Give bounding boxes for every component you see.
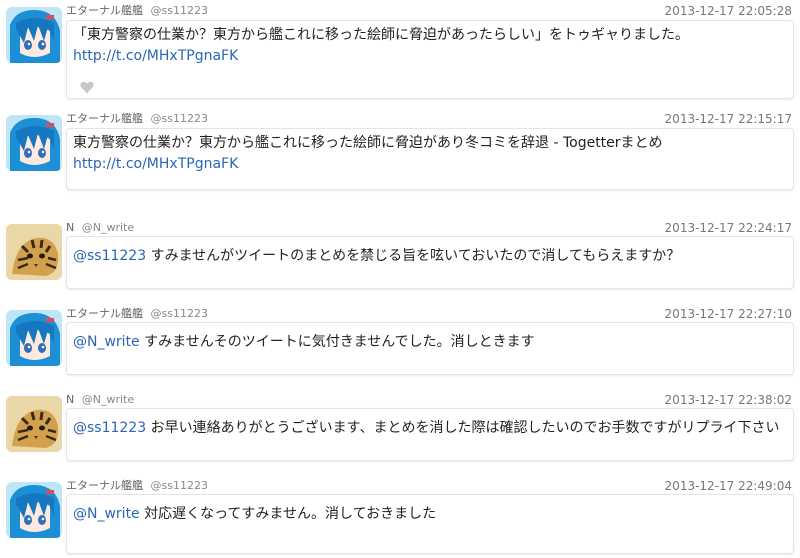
display-name[interactable]: N — [66, 393, 74, 406]
tweet-bubble: @N_write すみませんそのツイートに気付きませんでした。消しときます — [66, 322, 794, 375]
tweet-timeline: エターナル艦艦 @ss11223 2013-12-17 22:05:28 「東方… — [0, 0, 800, 558]
mention-link[interactable]: @N_write — [73, 506, 140, 522]
tweet-bubble: @N_write 対応遅くなってすみません。消しておきました — [66, 494, 794, 554]
screen-name[interactable]: @ss11223 — [151, 307, 208, 320]
user-avatar[interactable] — [6, 115, 62, 171]
tweet-text: お早い連絡ありがとうございます、まとめを消した際は確認したいのでお手数ですがリプ… — [150, 420, 780, 436]
timestamp[interactable]: 2013-12-17 22:38:02 — [665, 392, 792, 408]
timestamp[interactable]: 2013-12-17 22:49:04 — [665, 478, 792, 494]
tweet-item: エターナル艦艦 @ss11223 2013-12-17 22:15:17 東方警… — [0, 111, 800, 191]
tweet-item: エターナル艦艦 @ss11223 2013-12-17 22:49:04 @N_… — [0, 478, 800, 554]
tweet-item: N @N_write 2013-12-17 22:38:02 @ss11223 … — [0, 392, 800, 462]
tweet-bubble: 「東方警察の仕業か？東方から艦これに移った絵師に脅迫があったらしい」をトゥギャり… — [66, 20, 794, 99]
screen-name[interactable]: @ss11223 — [151, 4, 208, 17]
screen-name[interactable]: @N_write — [82, 393, 134, 406]
tweet-text: 対応遅くなってすみません。消しておきました — [144, 506, 437, 522]
user-avatar[interactable] — [6, 224, 62, 280]
user-avatar[interactable] — [6, 7, 62, 63]
tiger-cat-avatar-icon — [6, 224, 62, 280]
display-name[interactable]: エターナル艦艦 — [66, 479, 143, 492]
tweet-item: エターナル艦艦 @ss11223 2013-12-17 22:05:28 「東方… — [0, 3, 800, 103]
display-name[interactable]: エターナル艦艦 — [66, 307, 143, 320]
tweet-text: 「東方警察の仕業か？東方から艦これに移った絵師に脅迫があったらしい」をトゥギャり… — [73, 27, 689, 43]
tweet-meta: N @N_write 2013-12-17 22:24:17 — [66, 220, 796, 236]
timestamp[interactable]: 2013-12-17 22:24:17 — [665, 220, 792, 236]
screen-name[interactable]: @ss11223 — [151, 112, 208, 125]
tweet-meta: エターナル艦艦 @ss11223 2013-12-17 22:27:10 — [66, 306, 796, 322]
tweet-text: すみませんそのツイートに気付きませんでした。消しときます — [144, 334, 535, 350]
tweet-bubble: @ss11223 お早い連絡ありがとうございます、まとめを消した際は確認したいの… — [66, 408, 794, 461]
tweet-text: 東方警察の仕業か？東方から艦これに移った絵師に脅迫があり冬コミを辞退 - Tog… — [73, 135, 663, 151]
tweet-link[interactable]: http://t.co/MHxTPgnaFK — [73, 156, 238, 172]
tiger-cat-avatar-icon — [6, 396, 62, 452]
tweet-text: すみませんがツイートのまとめを禁じる旨を呟いておいたので消してもらえますか？ — [150, 248, 681, 264]
tweet-item: N @N_write 2013-12-17 22:24:17 @ss11223 … — [0, 220, 800, 290]
tweet-item: エターナル艦艦 @ss11223 2013-12-17 22:27:10 @N_… — [0, 306, 800, 376]
blue-hair-anime-avatar-icon — [6, 7, 62, 63]
mention-link[interactable]: @ss11223 — [73, 248, 146, 264]
display-name[interactable]: エターナル艦艦 — [66, 112, 143, 125]
display-name[interactable]: N — [66, 221, 74, 234]
mention-link[interactable]: @N_write — [73, 334, 140, 350]
tweet-link[interactable]: http://t.co/MHxTPgnaFK — [73, 48, 238, 64]
mention-link[interactable]: @ss11223 — [73, 420, 146, 436]
screen-name[interactable]: @N_write — [82, 221, 134, 234]
blue-hair-anime-avatar-icon — [6, 310, 62, 366]
tweet-meta: エターナル艦艦 @ss11223 2013-12-17 22:15:17 — [66, 111, 796, 127]
tweet-meta: N @N_write 2013-12-17 22:38:02 — [66, 392, 796, 408]
tweet-meta: エターナル艦艦 @ss11223 2013-12-17 22:05:28 — [66, 3, 796, 19]
timestamp[interactable]: 2013-12-17 22:15:17 — [665, 111, 792, 127]
favorite-heart-icon[interactable] — [80, 81, 94, 94]
user-avatar[interactable] — [6, 396, 62, 452]
tweet-bubble: 東方警察の仕業か？東方から艦これに移った絵師に脅迫があり冬コミを辞退 - Tog… — [66, 128, 794, 190]
screen-name[interactable]: @ss11223 — [151, 479, 208, 492]
user-avatar[interactable] — [6, 310, 62, 366]
blue-hair-anime-avatar-icon — [6, 115, 62, 171]
user-avatar[interactable] — [6, 482, 62, 538]
tweet-meta: エターナル艦艦 @ss11223 2013-12-17 22:49:04 — [66, 478, 796, 494]
tweet-bubble: @ss11223 すみませんがツイートのまとめを禁じる旨を呟いておいたので消して… — [66, 236, 794, 289]
timestamp[interactable]: 2013-12-17 22:05:28 — [665, 3, 792, 19]
blue-hair-anime-avatar-icon — [6, 482, 62, 538]
display-name[interactable]: エターナル艦艦 — [66, 4, 143, 17]
timestamp[interactable]: 2013-12-17 22:27:10 — [665, 306, 792, 322]
